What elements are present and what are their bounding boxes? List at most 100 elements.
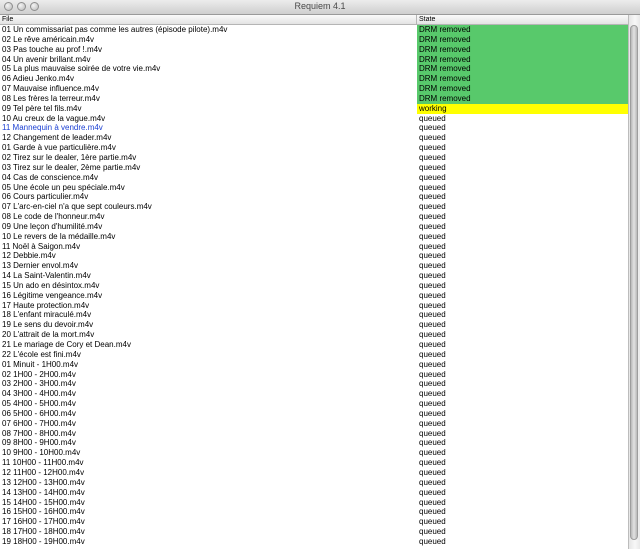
file-name-cell: 12 Changement de leader.m4v [2,133,112,143]
file-name-cell: 07 6H00 - 7H00.m4v [2,418,76,428]
state-cell: queued [419,458,446,468]
table-row[interactable]: 21 Le mariage de Cory et Dean.m4v queued [0,340,628,350]
table-row[interactable]: 11 Noël à Saigon.m4v queued [0,242,628,252]
table-row[interactable]: 16 Légitime vengeance.m4v queued [0,291,628,301]
table-row[interactable]: 04 3H00 - 4H00.m4v queued [0,389,628,399]
file-name-cell: 21 Le mariage de Cory et Dean.m4v [2,340,131,349]
file-name-cell: 04 Un avenir brillant.m4v [2,54,91,64]
file-name-cell: 09 Une leçon d'humilité.m4v [2,221,103,231]
table-row[interactable]: 09 Une leçon d'humilité.m4v queued [0,222,628,232]
column-header-file[interactable]: File [0,15,417,24]
file-name-cell: 01 Garde à vue particulière.m4v [2,143,116,153]
title-bar[interactable]: Requiem 4.1 [0,0,640,15]
table-row[interactable]: 17 16H00 - 17H00.m4v queued [0,517,628,527]
table-row[interactable]: 08 7H00 - 8H00.m4v queued [0,429,628,439]
table-row[interactable]: 05 4H00 - 5H00.m4v queued [0,399,628,409]
table-row[interactable]: 01 Minuit - 1H00.m4v queued [0,360,628,370]
state-cell: queued [419,330,446,340]
state-cell: queued [419,359,446,369]
table-row[interactable]: 10 Au creux de la vague.m4v queued [0,114,628,124]
state-cell: queued [419,438,446,448]
table-row[interactable]: 03 Tirez sur le dealer, 2ème partie.m4v q… [0,163,628,173]
table-row[interactable]: 06 Adieu Jenko.m4v DRM removed [0,74,628,85]
table-row[interactable]: 02 Le rêve américain.m4v DRM removed [0,34,628,45]
table-row[interactable]: 06 5H00 - 6H00.m4v queued [0,409,628,419]
file-name-cell: 19 18H00 - 19H00.m4v [2,536,85,546]
file-name-cell: 02 1H00 - 2H00.m4v [2,369,76,379]
table-row[interactable]: 03 2H00 - 3H00.m4v queued [0,379,628,389]
file-name-cell: 05 La plus mauvaise soirée de votre vie.… [2,64,161,74]
app-window: Requiem 4.1 File State 01 Un commissaria… [0,0,640,549]
file-name-cell: 17 Haute protection.m4v [2,300,90,310]
file-name-cell: 12 Debbie.m4v [2,251,56,261]
file-name-cell: 10 Au creux de la vague.m4v [2,113,106,123]
table-row[interactable]: 14 13H00 - 14H00.m4v queued [0,488,628,498]
file-name-cell: 18 17H00 - 18H00.m4v [2,527,85,537]
table-row[interactable]: 06 Cours particulier.m4v queued [0,192,628,202]
table-row[interactable]: 07 6H00 - 7H00.m4v queued [0,419,628,429]
table-row[interactable]: 12 11H00 - 12H00.m4v queued [0,468,628,478]
file-name-cell: 22 L'école est fini.m4v [2,349,81,359]
file-name-cell: 06 Cours particulier.m4v [2,192,89,202]
table-row[interactable]: 11 Mannequin à vendre.m4v queued [0,123,628,133]
table-row[interactable]: 15 Un ado en désintox.m4v queued [0,281,628,291]
state-cell: queued [419,389,446,399]
table-row[interactable]: 02 1H00 - 2H00.m4v queued [0,370,628,380]
table-row[interactable]: 22 L'école est fini.m4v queued [0,350,628,360]
table-row[interactable]: 05 Une école un peu spéciale.m4v queued [0,183,628,193]
file-name-cell: 08 Le code de l'honneur.m4v [2,212,105,222]
table-row[interactable]: 04 Cas de conscience.m4v queued [0,173,628,183]
table-row[interactable]: 19 18H00 - 19H00.m4v queued [0,537,628,547]
table-row[interactable]: 14 La Saint-Valentin.m4v queued [0,271,628,281]
table-row[interactable]: 09 Tel père tel fils.m4v working [0,103,628,114]
table-row[interactable]: 08 Le code de l'honneur.m4v queued [0,212,628,222]
table-row[interactable]: 16 15H00 - 16H00.m4v queued [0,507,628,517]
table-row[interactable]: 05 La plus mauvaise soirée de votre vie.… [0,64,628,75]
table-row[interactable]: 08 Les frères la terreur.m4v DRM removed [0,93,628,104]
state-cell: queued [419,517,446,527]
file-name-cell: 09 Tel père tel fils.m4v [2,103,82,113]
file-name-cell: 11 Mannequin à vendre.m4v [2,123,103,133]
state-cell: queued [419,310,446,320]
table-row[interactable]: 12 Debbie.m4v queued [0,251,628,261]
file-name-cell: 14 La Saint-Valentin.m4v [2,271,91,281]
table-row[interactable]: 07 L'arc-en-ciel n'a que sept couleurs.m… [0,202,628,212]
state-cell: queued [419,261,446,271]
table-row[interactable]: 04 Un avenir brillant.m4v DRM removed [0,54,628,65]
table-row[interactable]: 09 8H00 - 9H00.m4v queued [0,438,628,448]
table-row[interactable]: 01 Un commissariat pas comme les autres … [0,25,628,35]
table-row[interactable]: 15 14H00 - 15H00.m4v queued [0,498,628,508]
file-list[interactable]: 01 Un commissariat pas comme les autres … [0,25,628,549]
file-name-cell: 20 L'attrait de la mort.m4v [2,330,95,340]
state-cell: DRM removed [417,84,628,94]
state-cell: DRM removed [417,44,628,55]
table-row[interactable]: 20 L'attrait de la mort.m4v queued [0,330,628,340]
file-name-cell: 18 L'enfant miraculé.m4v [2,310,92,320]
file-name-cell: 15 Un ado en désintox.m4v [2,280,100,290]
column-header-state[interactable]: State [417,15,628,24]
table-row[interactable]: 13 Dernier envol.m4v queued [0,261,628,271]
table-row[interactable]: 02 Tirez sur le dealer, 1ère partie.m4v q… [0,153,628,163]
table-row[interactable]: 18 L'enfant miraculé.m4v queued [0,310,628,320]
table-row[interactable]: 01 Garde à vue particulière.m4v queued [0,143,628,153]
table-row[interactable]: 19 Le sens du devoir.m4v queued [0,320,628,330]
file-name-cell: 02 Tirez sur le dealer, 1ère partie.m4v [2,152,137,162]
file-name-cell: 14 13H00 - 14H00.m4v [2,487,85,497]
state-cell: queued [419,271,446,281]
state-cell: queued [419,536,446,546]
table-row[interactable]: 12 Changement de leader.m4v queued [0,133,628,143]
state-cell: queued [419,133,446,143]
table-row[interactable]: 07 Mauvaise influence.m4v DRM removed [0,84,628,94]
table-row[interactable]: 10 Le revers de la médaille.m4v queued [0,232,628,242]
file-name-cell: 03 2H00 - 3H00.m4v [2,379,76,389]
table-row[interactable]: 11 10H00 - 11H00.m4v queued [0,458,628,468]
table-row[interactable]: 13 12H00 - 13H00.m4v queued [0,478,628,488]
table-row[interactable]: 17 Haute protection.m4v queued [0,301,628,311]
scrollbar-thumb[interactable] [630,25,638,540]
file-name-cell: 01 Minuit - 1H00.m4v [2,359,79,369]
table-row[interactable]: 10 9H00 - 10H00.m4v queued [0,448,628,458]
table-row[interactable]: 18 17H00 - 18H00.m4v queued [0,527,628,537]
window-title: Requiem 4.1 [294,1,346,11]
table-row[interactable]: 03 Pas touche au prof !.m4v DRM removed [0,44,628,55]
file-name-cell: 04 Cas de conscience.m4v [2,172,99,182]
